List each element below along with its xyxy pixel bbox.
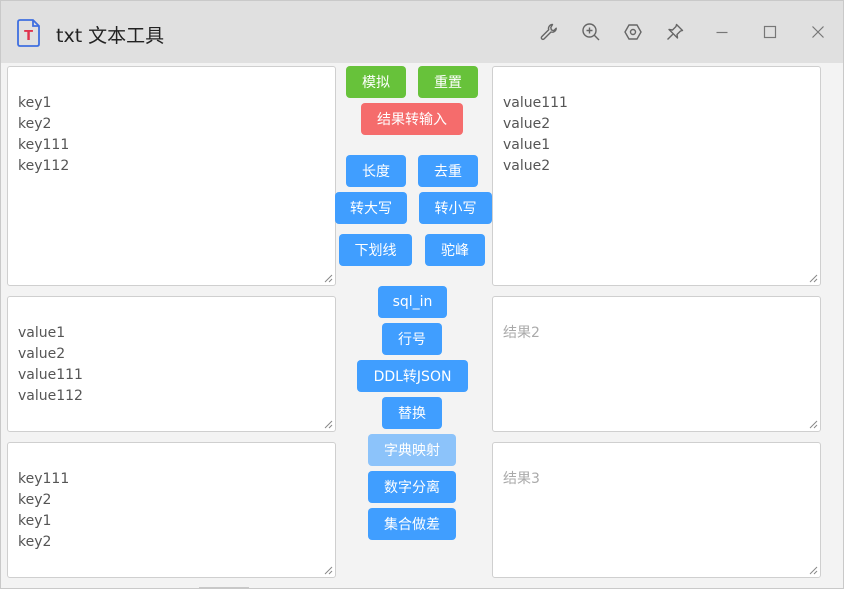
result-1-text: value111 value2 value1 value2 xyxy=(503,95,568,174)
to-upper-button[interactable]: 转大写 xyxy=(335,192,407,224)
resize-handle-icon[interactable] xyxy=(324,566,333,575)
window-title: txt 文本工具 xyxy=(56,25,165,47)
maximize-icon[interactable] xyxy=(759,21,781,43)
app-window: T txt 文本工具 key1 key2 key111 key112 value… xyxy=(0,0,844,589)
input-3-text: key111 key2 key1 key2 xyxy=(18,471,70,550)
pin-icon[interactable] xyxy=(664,21,686,43)
result-textarea-1[interactable]: value111 value2 value1 value2 xyxy=(492,66,821,286)
input-textarea-1[interactable]: key1 key2 key111 key112 xyxy=(7,66,336,286)
replace-button[interactable]: 替换 xyxy=(382,397,442,429)
result-2-placeholder: 结果2 xyxy=(503,325,540,341)
input-textarea-3[interactable]: key111 key2 key1 key2 xyxy=(7,442,336,578)
reset-button[interactable]: 重置 xyxy=(418,66,478,98)
camel-case-button[interactable]: 驼峰 xyxy=(425,234,485,266)
input-1-text: key1 key2 key111 key112 xyxy=(18,95,70,174)
input-textarea-2[interactable]: value1 value2 value111 value112 xyxy=(7,296,336,432)
title-bar[interactable]: T txt 文本工具 xyxy=(1,1,843,63)
mock-button[interactable]: 模拟 xyxy=(346,66,406,98)
digit-split-button[interactable]: 数字分离 xyxy=(368,471,456,503)
resize-handle-icon[interactable] xyxy=(809,566,818,575)
underscore-button[interactable]: 下划线 xyxy=(339,234,412,266)
length-button[interactable]: 长度 xyxy=(346,155,406,187)
resize-handle-icon[interactable] xyxy=(809,420,818,429)
minimize-icon[interactable] xyxy=(711,21,733,43)
result-textarea-3[interactable]: 结果3 xyxy=(492,442,821,578)
result-to-input-button[interactable]: 结果转输入 xyxy=(361,103,463,135)
result-3-placeholder: 结果3 xyxy=(503,471,540,487)
dedupe-button[interactable]: 去重 xyxy=(418,155,478,187)
set-diff-button[interactable]: 集合做差 xyxy=(368,508,456,540)
to-lower-button[interactable]: 转小写 xyxy=(419,192,492,224)
wrench-icon[interactable] xyxy=(538,21,560,43)
input-2-text: value1 value2 value111 value112 xyxy=(18,325,83,404)
hexagon-settings-icon[interactable] xyxy=(622,21,644,43)
zoom-in-icon[interactable] xyxy=(580,21,602,43)
ddl-to-json-button[interactable]: DDL转JSON xyxy=(357,360,468,392)
app-icon: T xyxy=(17,19,40,47)
dict-map-button[interactable]: 字典映射 xyxy=(368,434,456,466)
resize-handle-icon[interactable] xyxy=(324,274,333,283)
sql-in-button[interactable]: sql_in xyxy=(378,286,447,318)
line-number-button[interactable]: 行号 xyxy=(382,323,442,355)
resize-handle-icon[interactable] xyxy=(324,420,333,429)
result-textarea-2[interactable]: 结果2 xyxy=(492,296,821,432)
close-icon[interactable] xyxy=(807,21,829,43)
resize-handle-icon[interactable] xyxy=(809,274,818,283)
svg-text:T: T xyxy=(24,29,33,44)
